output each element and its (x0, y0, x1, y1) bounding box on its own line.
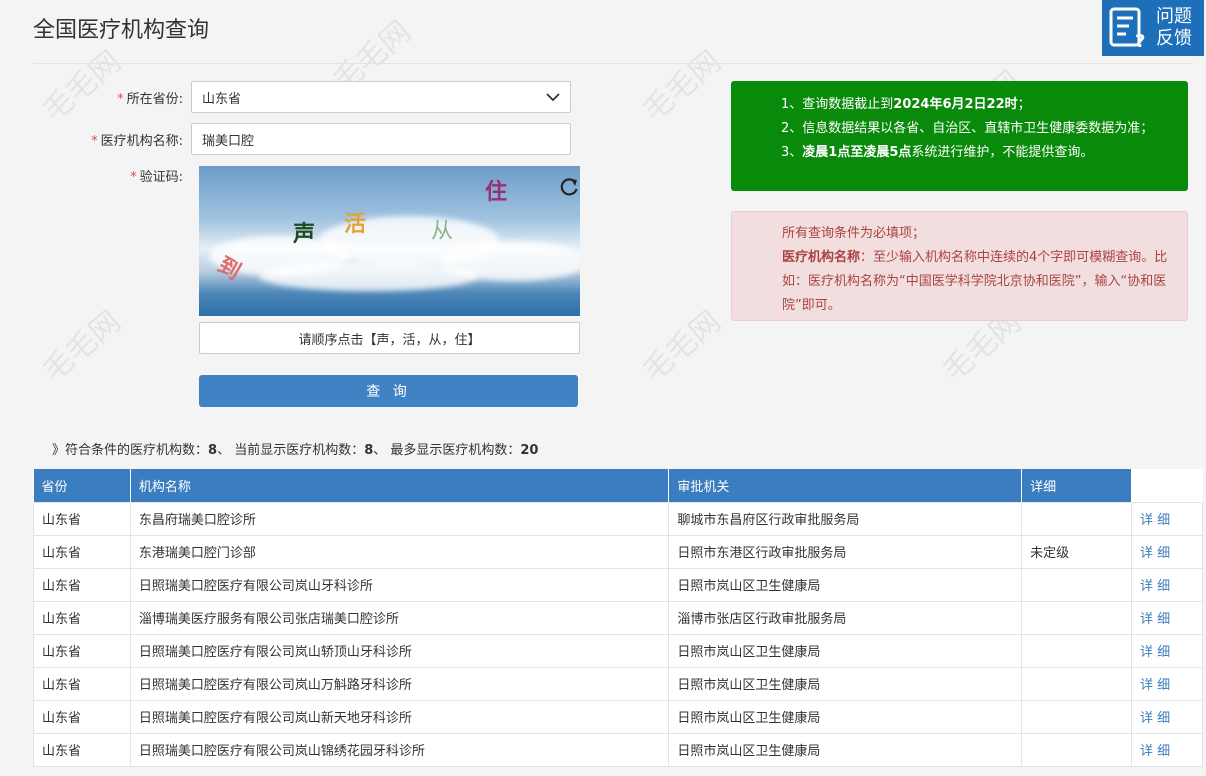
captcha-label: * 验证码: (130, 170, 183, 185)
captcha-row: * 验证码: (33, 166, 191, 196)
detail-link[interactable]: 详 细 (1131, 501, 1203, 536)
cell-name: 东昌府瑞美口腔诊所 (129, 501, 670, 536)
table-row: 山东省 东昌府瑞美口腔诊所 聊城市东昌府区行政审批服务局 详 细 (33, 501, 1203, 536)
province-select[interactable]: 山东省 (191, 81, 571, 113)
cell-province: 山东省 (33, 534, 131, 569)
captcha-char[interactable]: 从 (431, 213, 453, 245)
cell-authority: 日照市岚山区卫生健康局 (668, 699, 1023, 734)
cell-level (1021, 600, 1132, 635)
institution-name-label: * 医疗机构名称: (91, 133, 183, 149)
cell-name: 日照瑞美口腔医疗有限公司岚山牙科诊所 (129, 567, 670, 602)
watermark: 毛毛网 (636, 44, 728, 129)
table-row: 山东省 日照瑞美口腔医疗有限公司岚山锦绣花园牙科诊所 日照市岚山区卫生健康局 详 细 (33, 732, 1203, 767)
detail-link[interactable]: 详 细 (1131, 600, 1203, 635)
cell-name: 日照瑞美口腔医疗有限公司岚山轿顶山牙科诊所 (129, 633, 670, 668)
cell-name: 淄博瑞美医疗服务有限公司张店瑞美口腔诊所 (129, 600, 670, 635)
cell-level (1021, 567, 1132, 602)
feedback-label-1: 问题 (1156, 6, 1192, 27)
cell-level (1021, 732, 1132, 767)
detail-link[interactable]: 详 细 (1131, 666, 1203, 701)
cell-province: 山东省 (33, 567, 131, 602)
feedback-icon: ? (1109, 7, 1145, 51)
cell-authority: 聊城市东昌府区行政审批服务局 (668, 501, 1023, 536)
header-authority: 审批机关 (668, 469, 1023, 502)
cell-level: 未定级 (1021, 534, 1132, 569)
captcha-hint: 请顺序点击【声，活，从，住】 (199, 322, 580, 354)
cell-name: 日照瑞美口腔医疗有限公司岚山万斛路牙科诊所 (129, 666, 670, 701)
header-blank (1131, 469, 1203, 502)
captcha-char[interactable]: 住 (485, 174, 507, 206)
institution-name-value: 瑞美口腔 (202, 133, 255, 149)
province-row: * 所在省份: 山东省 (33, 81, 571, 113)
watermark: 毛毛网 (636, 304, 728, 389)
cell-province: 山东省 (33, 633, 131, 668)
detail-link[interactable]: 详 细 (1131, 567, 1203, 602)
table-row: 山东省 日照瑞美口腔医疗有限公司岚山牙科诊所 日照市岚山区卫生健康局 详 细 (33, 567, 1203, 602)
cell-authority: 日照市岚山区卫生健康局 (668, 666, 1023, 701)
institution-name-row: * 医疗机构名称: 瑞美口腔 (33, 123, 571, 155)
feedback-button[interactable]: ? 问题 反馈 (1102, 0, 1204, 56)
table-row: 山东省 日照瑞美口腔医疗有限公司岚山万斛路牙科诊所 日照市岚山区卫生健康局 详 细 (33, 666, 1203, 701)
cell-authority: 日照市岚山区卫生健康局 (668, 567, 1023, 602)
province-label: * 所在省份: (117, 91, 183, 107)
table-row: 山东省 东港瑞美口腔门诊部 日照市东港区行政审批服务局 未定级详 细 (33, 534, 1203, 569)
watermark: 毛毛网 (36, 304, 128, 389)
notice-info: 1、查询数据截止到2024年6月2日22时； 2、信息数据结果以各省、自治区、直… (731, 81, 1188, 191)
detail-link[interactable]: 详 细 (1131, 699, 1203, 734)
feedback-label-2: 反馈 (1156, 28, 1192, 49)
refresh-icon[interactable] (558, 176, 580, 198)
svg-text:?: ? (1135, 31, 1145, 51)
captcha-image[interactable]: 到 声 活 从 住 (199, 166, 580, 316)
cell-level (1021, 699, 1132, 734)
cell-province: 山东省 (33, 699, 131, 734)
result-summary: 》符合条件的医疗机构数：8、 当前显示医疗机构数：8、 最多显示医疗机构数：20 (52, 443, 539, 458)
cell-authority: 淄博市张店区行政审批服务局 (668, 600, 1023, 635)
cell-authority: 日照市岚山区卫生健康局 (668, 732, 1023, 767)
result-table: 省份 机构名称 审批机关 详细 山东省 东昌府瑞美口腔诊所 聊城市东昌府区行政审批服… (33, 469, 1203, 767)
detail-link[interactable]: 详 细 (1131, 732, 1203, 767)
table-row: 山东省 淄博瑞美医疗服务有限公司张店瑞美口腔诊所 淄博市张店区行政审批服务局 详 细 (33, 600, 1203, 635)
cell-name: 日照瑞美口腔医疗有限公司岚山锦绣花园牙科诊所 (129, 732, 670, 767)
cell-province: 山东省 (33, 600, 131, 635)
cell-authority: 日照市岚山区卫生健康局 (668, 633, 1023, 668)
cell-level (1021, 501, 1132, 536)
header-province: 省份 (33, 469, 131, 502)
table-header-row: 省份 机构名称 审批机关 详细 (33, 469, 1203, 502)
header-name: 机构名称 (130, 469, 670, 502)
captcha-char[interactable]: 活 (344, 206, 366, 238)
cell-name: 日照瑞美口腔医疗有限公司岚山新天地牙科诊所 (129, 699, 670, 734)
province-value: 山东省 (202, 91, 242, 107)
cell-province: 山东省 (33, 732, 131, 767)
institution-name-input[interactable]: 瑞美口腔 (191, 123, 571, 155)
cell-level (1021, 666, 1132, 701)
cell-name: 东港瑞美口腔门诊部 (129, 534, 670, 569)
page-title: 全国医疗机构查询 (33, 18, 210, 43)
table-row: 山东省 日照瑞美口腔医疗有限公司岚山轿顶山牙科诊所 日照市岚山区卫生健康局 详 细 (33, 633, 1203, 668)
notice-warning: 所有查询条件为必填项； 医疗机构名称：至少输入机构名称中连续的4个字即可模糊查询… (731, 211, 1188, 321)
cell-authority: 日照市东港区行政审批服务局 (668, 534, 1023, 569)
query-button[interactable]: 查 询 (199, 375, 578, 407)
chevron-down-icon (546, 93, 560, 102)
detail-link[interactable]: 详 细 (1131, 633, 1203, 668)
cell-level (1021, 633, 1132, 668)
table-row: 山东省 日照瑞美口腔医疗有限公司岚山新天地牙科诊所 日照市岚山区卫生健康局 详 细 (33, 699, 1203, 734)
cell-province: 山东省 (33, 666, 131, 701)
captcha-char[interactable]: 声 (293, 216, 315, 248)
title-divider (33, 63, 1193, 64)
cell-province: 山东省 (33, 501, 131, 536)
detail-link[interactable]: 详 细 (1131, 534, 1203, 569)
header-detail: 详细 (1021, 469, 1132, 502)
